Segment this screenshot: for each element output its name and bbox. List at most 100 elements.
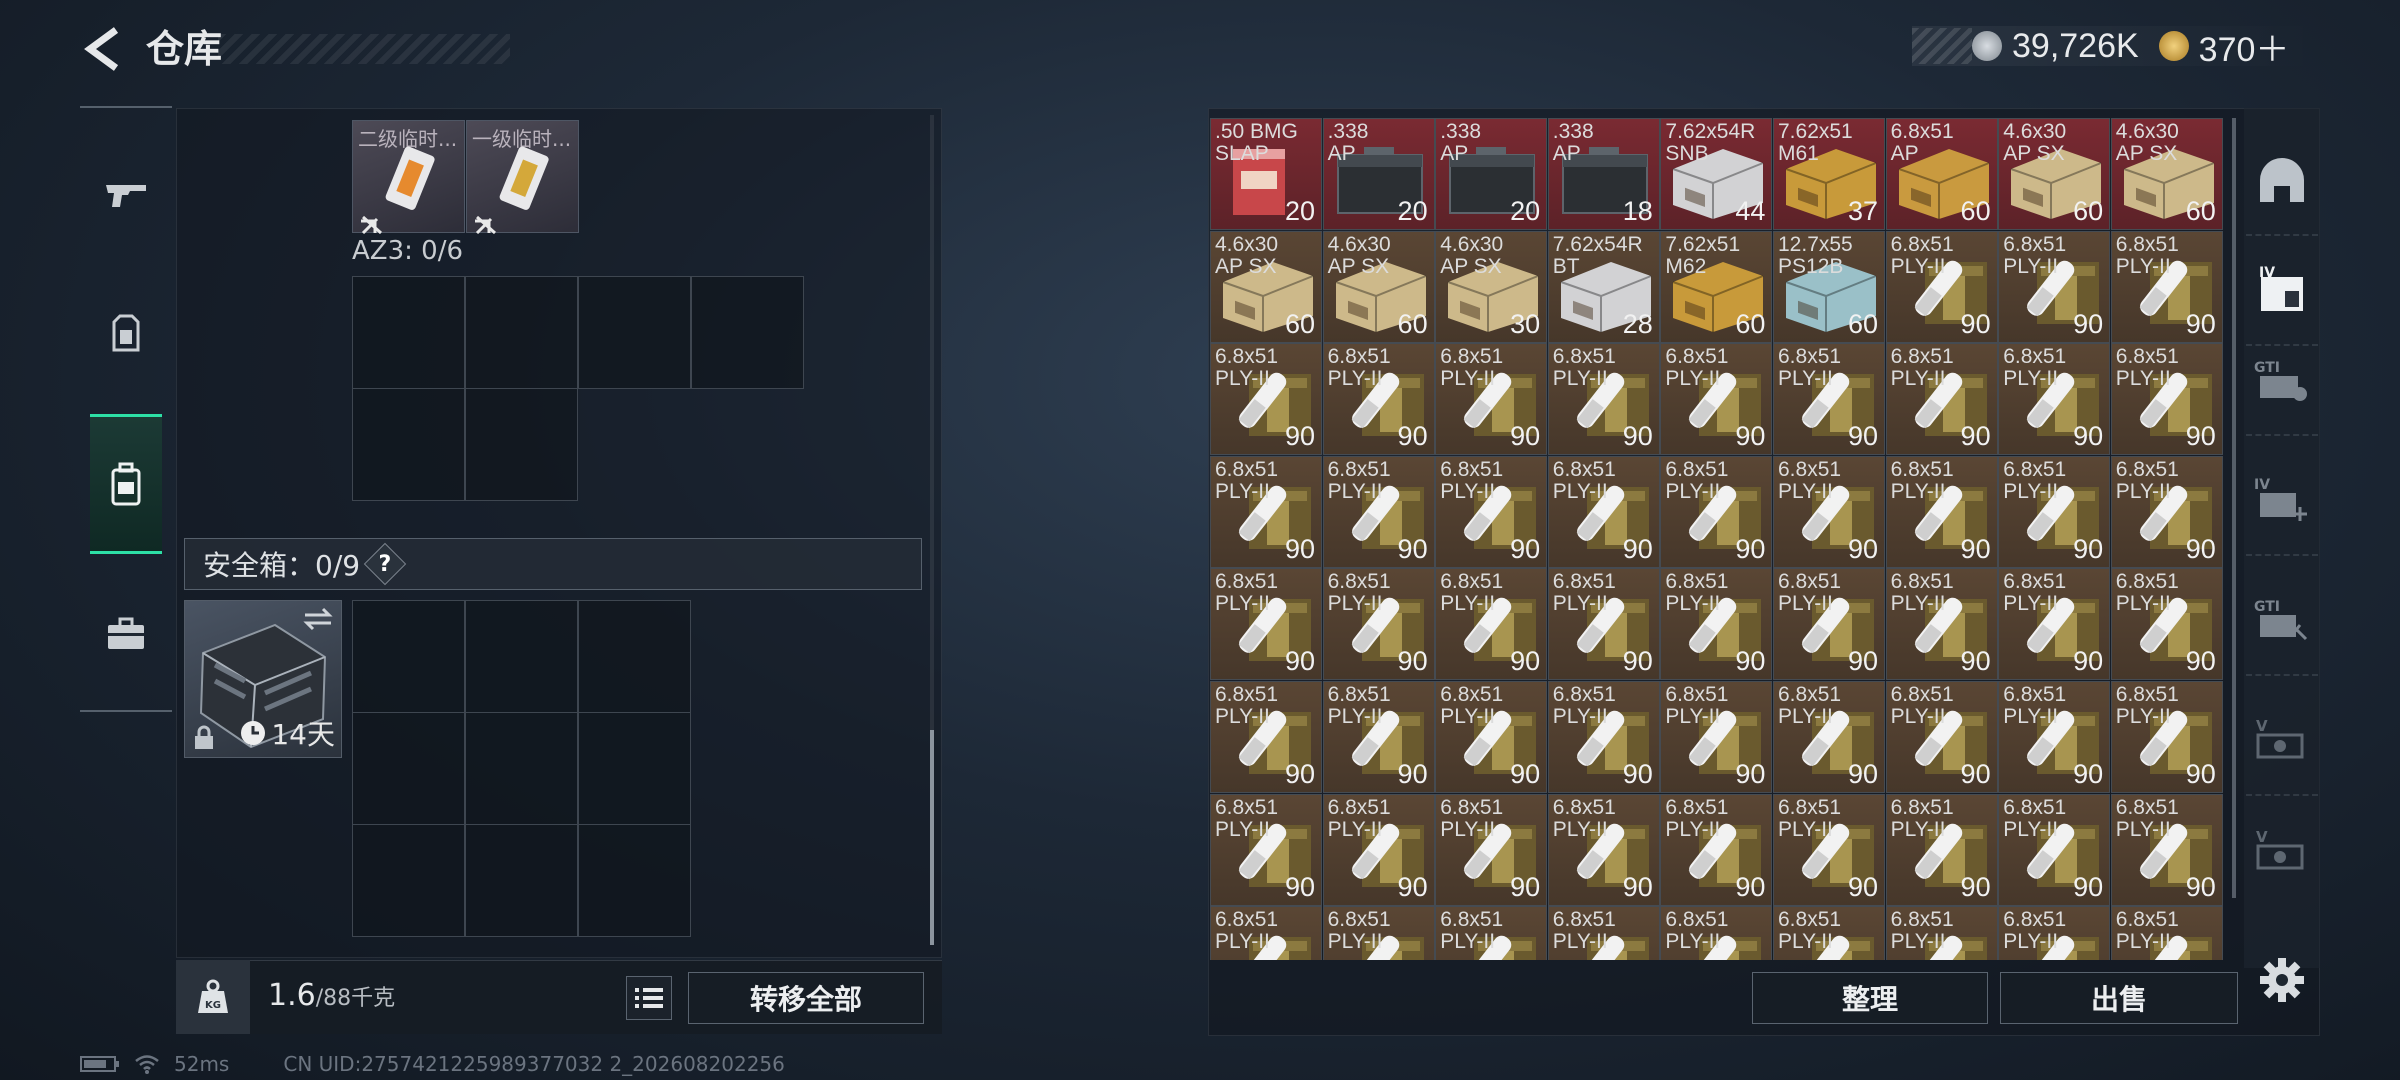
az3-slot[interactable] xyxy=(352,388,465,501)
pocket-item[interactable]: 一级临时... xyxy=(466,120,579,234)
stash-item-slot[interactable]: 6.8x51 PLY-II90 xyxy=(1885,230,1998,343)
safebox-case-item[interactable]: 14天 xyxy=(184,600,342,758)
stash-item-slot[interactable]: 6.8x51 PLY-II90 xyxy=(1998,455,2111,568)
premium-balance[interactable]: 370＋ xyxy=(2199,22,2290,71)
stash-item-slot[interactable]: .50 BMG SLAP 20 xyxy=(1210,118,1322,230)
stash-item-slot[interactable]: 4.6x30 AP SX 60 xyxy=(1210,230,1322,343)
safebox-slot[interactable] xyxy=(352,824,465,937)
stash-item-slot[interactable]: 6.8x51 PLY-II90 xyxy=(2110,568,2223,681)
help-button[interactable]: ? xyxy=(363,542,407,586)
stash-item-slot[interactable]: 6.8x51 PLY-II90 xyxy=(1435,343,1548,456)
swap-icon[interactable] xyxy=(301,607,335,631)
az3-slot[interactable] xyxy=(465,388,578,501)
stash-item-slot[interactable]: 6.8x51 PLY-II90 xyxy=(2110,906,2223,960)
stash-item-slot[interactable]: 6.8x51 PLY-II90 xyxy=(2110,343,2223,456)
stash-item-slot[interactable]: 6.8x51 PLY-II90 xyxy=(1773,568,1885,681)
sort-button[interactable]: 整理 xyxy=(1752,972,1988,1024)
safebox-slot[interactable] xyxy=(352,600,465,713)
pocket-item[interactable]: 二级临时... xyxy=(352,120,465,234)
stash-item-slot[interactable]: 6.8x51 PLY-II90 xyxy=(1547,343,1660,456)
sell-button[interactable]: 出售 xyxy=(2000,972,2238,1024)
stash-scrollbar[interactable] xyxy=(2232,118,2236,898)
transfer-all-button[interactable]: 转移全部 xyxy=(688,972,924,1024)
stash-item-slot[interactable]: 6.8x51 PLY-II90 xyxy=(1773,906,1885,960)
stash-item-slot[interactable]: 6.8x51 PLY-II90 xyxy=(1322,568,1435,681)
az3-slot[interactable] xyxy=(691,276,804,389)
stash-item-slot[interactable]: 6.8x51 PLY-II90 xyxy=(1322,793,1435,906)
stash-item-slot[interactable]: .338 AP 20 xyxy=(1322,118,1435,230)
stash-item-slot[interactable]: 6.8x51 PLY-II90 xyxy=(1998,343,2111,456)
stash-item-slot[interactable]: 6.8x51 PLY-II90 xyxy=(1660,681,1773,793)
stash-item-slot[interactable]: 6.8x51 PLY-II90 xyxy=(1998,681,2111,793)
stash-item-slot[interactable]: 6.8x51 PLY-II90 xyxy=(1998,230,2111,343)
tab-weapons[interactable] xyxy=(90,144,162,244)
stash-item-slot[interactable]: 7.62x51 M62 60 xyxy=(1660,230,1773,343)
safebox-slot[interactable] xyxy=(465,824,578,937)
stash-item-slot[interactable]: 6.8x51 PLY-II90 xyxy=(1210,906,1322,960)
stash-item-slot[interactable]: 6.8x51 PLY-II90 xyxy=(1210,455,1322,568)
stash-item-slot[interactable]: 6.8x51 PLY-II90 xyxy=(1322,681,1435,793)
stash-item-slot[interactable]: 6.8x51 PLY-II90 xyxy=(1660,343,1773,456)
stash-item-slot[interactable]: 6.8x51 PLY-II90 xyxy=(1322,343,1435,456)
safebox-slot[interactable] xyxy=(465,600,578,713)
stash-item-slot[interactable]: 6.8x51 PLY-II90 xyxy=(1885,681,1998,793)
left-scrollbar[interactable] xyxy=(930,730,934,945)
stash-item-slot[interactable]: 6.8x51 PLY-II90 xyxy=(1885,343,1998,456)
safebox-slot[interactable] xyxy=(578,824,691,937)
stash-item-slot[interactable]: 6.8x51 PLY-II90 xyxy=(1885,906,1998,960)
stash-item-slot[interactable]: 7.62x54R BT 28 xyxy=(1547,230,1660,343)
stash-item-slot[interactable]: 6.8x51 PLY-II90 xyxy=(1773,343,1885,456)
tab-backpack[interactable] xyxy=(90,414,162,554)
stash-item-slot[interactable]: 6.8x51 PLY-II90 xyxy=(1210,793,1322,906)
side-tab-gti-case[interactable]: GTI xyxy=(2246,326,2318,436)
stash-item-slot[interactable]: 6.8x51 PLY-II90 xyxy=(1660,793,1773,906)
stash-item-slot[interactable]: 6.8x51 PLY-II90 xyxy=(1773,455,1885,568)
tab-cases[interactable] xyxy=(90,584,162,684)
stash-item-slot[interactable]: 6.8x51 PLY-II90 xyxy=(1660,568,1773,681)
stash-item-slot[interactable]: 6.8x51 PLY-II90 xyxy=(1435,568,1548,681)
stash-item-slot[interactable]: 7.62x51 M61 37 xyxy=(1773,118,1885,230)
side-tab-tier-iv-plus[interactable]: IV xyxy=(2246,446,2318,556)
stash-item-slot[interactable]: 6.8x51 PLY-II90 xyxy=(1435,793,1548,906)
stash-item-slot[interactable]: 6.8x51 PLY-II90 xyxy=(1998,793,2111,906)
stash-item-slot[interactable]: 6.8x51 PLY-II90 xyxy=(2110,455,2223,568)
stash-item-slot[interactable]: 6.8x51 PLY-II90 xyxy=(1547,793,1660,906)
stash-item-slot[interactable]: 6.8x51 PLY-II90 xyxy=(1210,681,1322,793)
az3-slot[interactable] xyxy=(578,276,691,389)
side-tab-gti-plus[interactable]: GTI xyxy=(2246,566,2318,676)
stash-item-slot[interactable]: 6.8x51 PLY-II90 xyxy=(1210,568,1322,681)
stash-item-slot[interactable]: .338 AP 18 xyxy=(1547,118,1660,230)
stash-item-slot[interactable]: 6.8x51 PLY-II90 xyxy=(1885,455,1998,568)
side-tab-v-case-2[interactable]: V xyxy=(2246,796,2318,906)
stash-item-slot[interactable]: 12.7x55 PS12B 60 xyxy=(1773,230,1885,343)
stash-item-slot[interactable]: 6.8x51 PLY-II90 xyxy=(1322,455,1435,568)
stash-item-slot[interactable]: 6.8x51 PLY-II90 xyxy=(2110,230,2223,343)
stash-item-slot[interactable]: 6.8x51 PLY-II90 xyxy=(1322,906,1435,960)
stash-item-slot[interactable]: 6.8x51 PLY-II90 xyxy=(1885,568,1998,681)
stash-item-slot[interactable]: 4.6x30 AP SX 60 xyxy=(1998,118,2111,230)
stash-item-slot[interactable]: 6.8x51 PLY-II90 xyxy=(1773,793,1885,906)
stash-item-slot[interactable]: 6.8x51 PLY-II90 xyxy=(1210,343,1322,456)
settings-button[interactable] xyxy=(2254,952,2310,1008)
stash-item-slot[interactable]: 6.8x51 PLY-II90 xyxy=(1547,568,1660,681)
safebox-slot[interactable] xyxy=(578,600,691,713)
stash-item-slot[interactable]: 6.8x51 PLY-II90 xyxy=(1773,681,1885,793)
side-tab-dome[interactable] xyxy=(2246,126,2318,236)
az3-slot[interactable] xyxy=(352,276,465,389)
stash-item-slot[interactable]: 7.62x54R SNB 44 xyxy=(1660,118,1773,230)
stash-item-slot[interactable]: 6.8x51 PLY-II90 xyxy=(1885,793,1998,906)
stash-item-slot[interactable]: 6.8x51 PLY-II90 xyxy=(1435,455,1548,568)
az3-slot[interactable] xyxy=(465,276,578,389)
back-button[interactable] xyxy=(80,24,124,74)
safebox-slot[interactable] xyxy=(578,712,691,825)
stash-item-slot[interactable]: 4.6x30 AP SX 60 xyxy=(2110,118,2223,230)
stash-item-slot[interactable]: 6.8x51 PLY-II90 xyxy=(1547,906,1660,960)
stash-item-slot[interactable]: 6.8x51 PLY-II90 xyxy=(1547,681,1660,793)
stash-item-slot[interactable]: 6.8x51 AP 60 xyxy=(1885,118,1998,230)
stash-item-slot[interactable]: 6.8x51 PLY-II90 xyxy=(1660,906,1773,960)
stash-item-slot[interactable]: 6.8x51 PLY-II90 xyxy=(1547,455,1660,568)
tab-armor[interactable] xyxy=(90,284,162,384)
stash-item-slot[interactable]: 4.6x30 AP SX 30 xyxy=(1435,230,1548,343)
list-view-button[interactable] xyxy=(626,976,672,1020)
safebox-slot[interactable] xyxy=(352,712,465,825)
